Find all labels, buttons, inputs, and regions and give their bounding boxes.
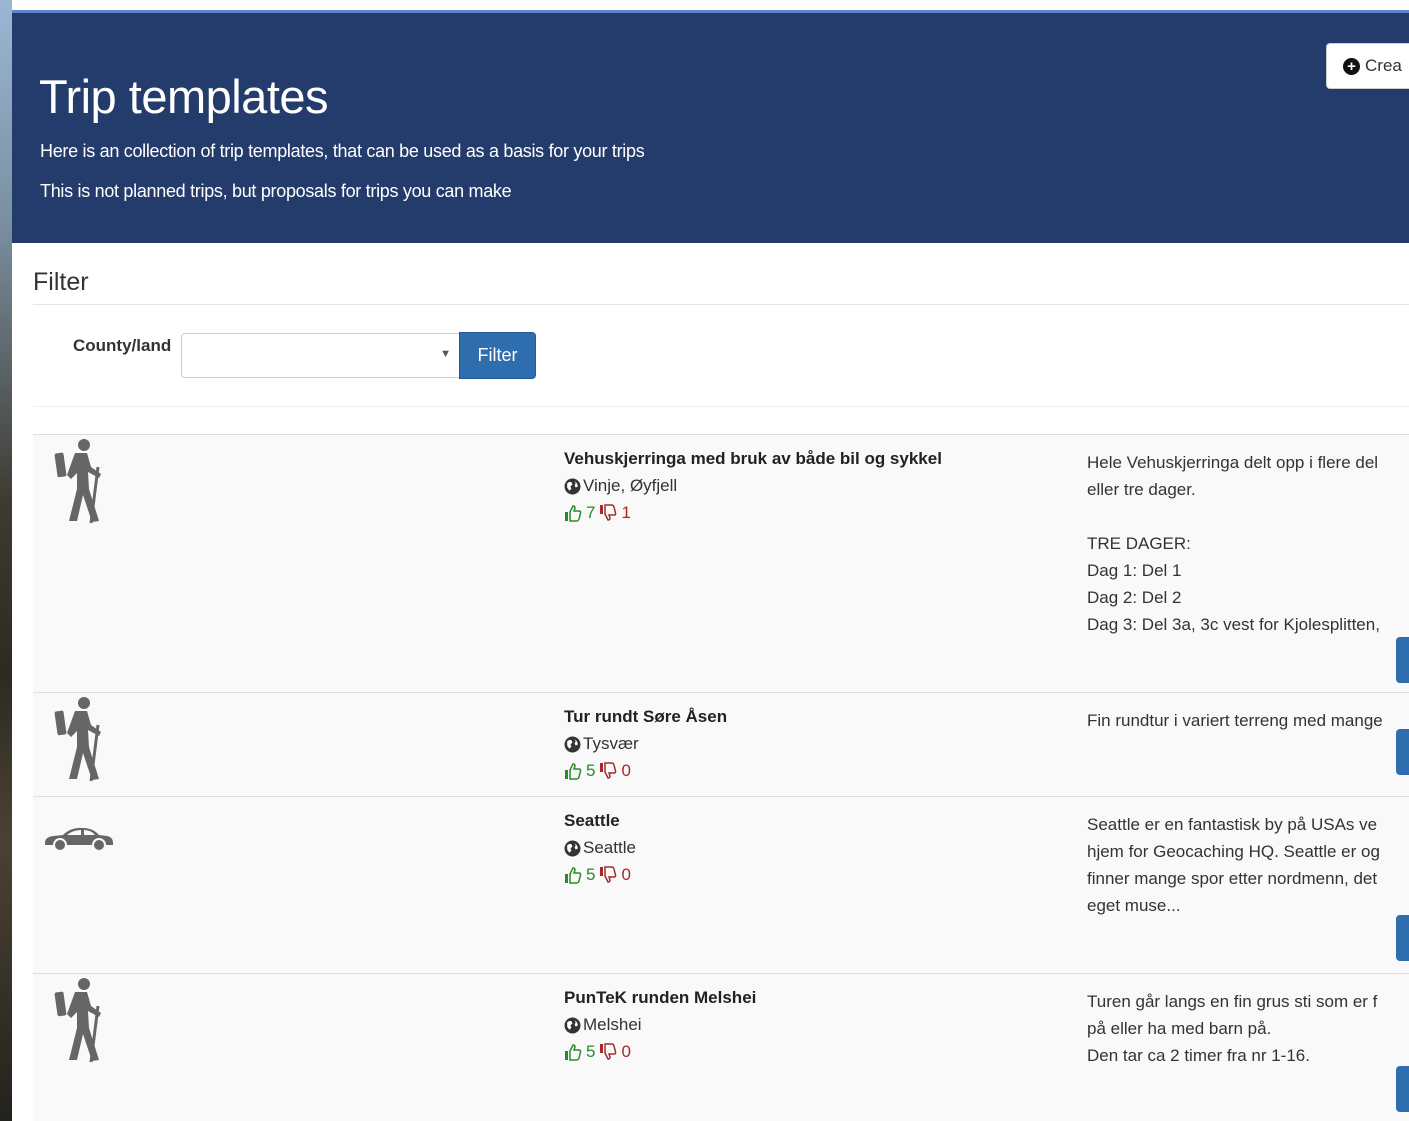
- thumbs-up-icon: [565, 867, 582, 884]
- trip-description-line: TRE DAGER:: [1087, 534, 1191, 553]
- trip-votes: 50: [564, 1042, 631, 1062]
- divider: [33, 406, 1409, 407]
- trip-title[interactable]: PunTeK runden Melshei: [564, 988, 756, 1008]
- trip-location-text: Tysvær: [583, 734, 639, 753]
- trip-description-line: eget muse...: [1087, 896, 1181, 915]
- trip-description-line: [1087, 503, 1409, 530]
- trip-description-line: eller tre dager.: [1087, 480, 1196, 499]
- hiker-icon: [54, 439, 101, 524]
- car-icon-wrap: [43, 825, 115, 858]
- globe-icon: [564, 840, 581, 856]
- globe-icon: [564, 1017, 581, 1033]
- trip-location: Melshei: [564, 1015, 642, 1035]
- dislike-count-value: 1: [621, 503, 631, 522]
- trip-location-text: Vinje, Øyfjell: [583, 476, 678, 495]
- dislike-count-value: 0: [621, 1042, 631, 1061]
- like-count-value: 5: [586, 761, 596, 780]
- trip-location: Vinje, Øyfjell: [564, 476, 677, 496]
- like-count[interactable]: 5: [564, 1042, 595, 1062]
- trip-row[interactable]: Tur rundt Søre Åsen Tysvær 5 0 Fin rundtur i…: [33, 692, 1409, 796]
- trip-description-line: Fin rundtur i variert terreng med mange: [1087, 711, 1383, 730]
- hiker-icon: [54, 978, 101, 1063]
- filter-button[interactable]: Filter: [459, 332, 536, 379]
- trip-description-line: hjem for Geocaching HQ. Seattle er og: [1087, 842, 1380, 861]
- hiker-icon: [54, 697, 101, 782]
- like-count-value: 5: [586, 1042, 596, 1061]
- top-margin: [12, 0, 1409, 10]
- trip-location: Tysvær: [564, 734, 639, 754]
- like-count-value: 7: [586, 503, 596, 522]
- caret-down-icon: ▼: [440, 348, 451, 360]
- create-button-label: Crea: [1365, 56, 1402, 75]
- divider: [33, 304, 1409, 305]
- trip-description-line: Seattle er en fantastisk by på USAs ve: [1087, 815, 1378, 834]
- thumbs-down-icon: [600, 504, 617, 521]
- page-header: Trip templates Here is an collection of …: [12, 10, 1409, 243]
- trip-description-line: på eller ha med barn på.: [1087, 1019, 1272, 1038]
- thumbs-down-icon: [600, 762, 617, 779]
- like-count-value: 5: [586, 865, 596, 884]
- trip-votes: 50: [564, 761, 631, 781]
- view-trip-button[interactable]: [1396, 915, 1409, 961]
- dislike-count[interactable]: 0: [599, 865, 631, 885]
- dislike-count-value: 0: [621, 761, 631, 780]
- thumbs-up-icon: [565, 1044, 582, 1061]
- hiker-icon-wrap: [53, 437, 113, 530]
- car-icon: [45, 827, 113, 852]
- trip-description-line: Dag 2: Del 2: [1087, 588, 1182, 607]
- create-template-button[interactable]: + Crea: [1326, 43, 1409, 89]
- like-count[interactable]: 5: [564, 761, 595, 781]
- trip-description-line: Turen går langs en fin grus sti som er f: [1087, 992, 1378, 1011]
- thumbs-up-icon: [565, 763, 582, 780]
- view-trip-button[interactable]: [1396, 1066, 1409, 1112]
- trip-location-text: Melshei: [583, 1015, 642, 1034]
- header-description-1: Here is an collection of trip templates,…: [40, 141, 645, 161]
- like-count[interactable]: 7: [564, 503, 595, 523]
- county-select[interactable]: ▼: [181, 333, 460, 378]
- view-trip-button[interactable]: [1396, 637, 1409, 683]
- dislike-count[interactable]: 0: [599, 1042, 631, 1062]
- dislike-count-value: 0: [621, 865, 631, 884]
- trip-description-line: finner mange spor etter nordmenn, det: [1087, 869, 1378, 888]
- thumbs-up-icon: [565, 505, 582, 522]
- thumbs-down-icon: [600, 1043, 617, 1060]
- trip-row[interactable]: Vehuskjerringa med bruk av både bil og s…: [33, 434, 1409, 692]
- trip-row[interactable]: PunTeK runden Melshei Melshei 5 0 Turen går …: [33, 973, 1409, 1121]
- trip-description-line: Dag 3: Del 3a, 3c vest for Kjolesplitten…: [1087, 615, 1380, 634]
- filter-heading: Filter: [33, 268, 89, 296]
- trip-title[interactable]: Seattle: [564, 811, 620, 831]
- trip-description: Seattle er en fantastisk by på USAs ve hj…: [1087, 811, 1409, 919]
- trip-description: Turen går langs en fin grus sti som er f…: [1087, 988, 1409, 1069]
- globe-icon: [564, 478, 581, 494]
- trip-votes: 71: [564, 503, 631, 523]
- thumbs-down-icon: [600, 866, 617, 883]
- trip-description-line: Den tar ca 2 timer fra nr 1-16.: [1087, 1046, 1310, 1065]
- county-label: County/land: [73, 336, 172, 355]
- globe-icon: [564, 736, 581, 752]
- plus-circle-icon: +: [1343, 57, 1360, 75]
- trip-description: Fin rundtur i variert terreng med mange: [1087, 707, 1409, 734]
- trip-description-line: Hele Vehuskjerringa delt opp i flere del: [1087, 453, 1379, 472]
- dislike-count[interactable]: 1: [599, 503, 631, 523]
- hiker-icon-wrap: [53, 976, 113, 1069]
- trip-location: Seattle: [564, 838, 636, 858]
- like-count[interactable]: 5: [564, 865, 595, 885]
- view-trip-button[interactable]: [1396, 729, 1409, 775]
- trip-title[interactable]: Tur rundt Søre Åsen: [564, 707, 727, 727]
- page-title: Trip templates: [39, 70, 329, 123]
- header-description-2: This is not planned trips, but proposals…: [40, 181, 512, 201]
- hiker-icon-wrap: [53, 695, 113, 788]
- trip-description: Hele Vehuskjerringa delt opp i flere del…: [1087, 449, 1409, 638]
- trip-votes: 50: [564, 865, 631, 885]
- background-edge: [0, 0, 12, 1121]
- trip-description-line: Dag 1: Del 1: [1087, 561, 1182, 580]
- dislike-count[interactable]: 0: [599, 761, 631, 781]
- trip-location-text: Seattle: [583, 838, 636, 857]
- trip-title[interactable]: Vehuskjerringa med bruk av både bil og s…: [564, 449, 942, 469]
- trip-row[interactable]: Seattle Seattle 5 0 Seattle er en fantastisk…: [33, 796, 1409, 973]
